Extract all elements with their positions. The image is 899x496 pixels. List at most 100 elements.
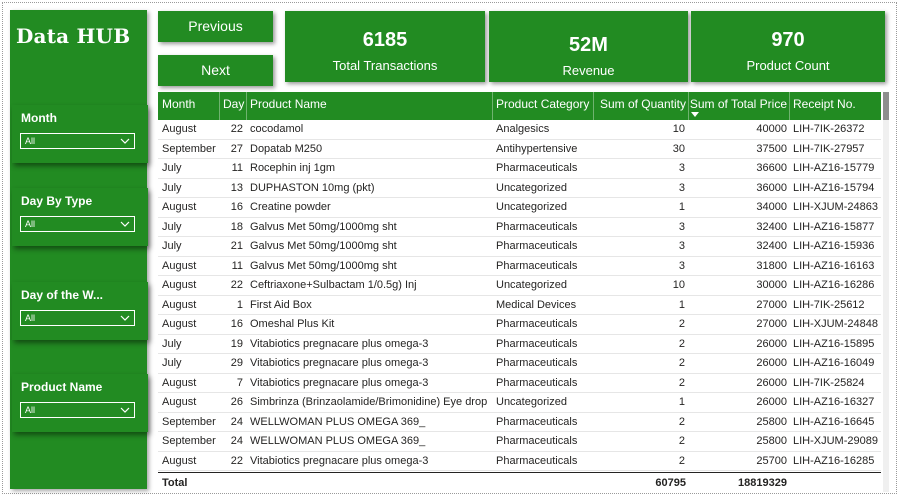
cell-product-category: Pharmaceuticals — [496, 357, 578, 369]
chevron-down-icon — [120, 221, 130, 227]
column-divider — [492, 92, 493, 120]
day-of-week-dropdown-value: All — [25, 313, 36, 323]
table-row[interactable]: September 24 WELLWOMAN PLUS OMEGA 369_ Phar… — [158, 413, 881, 432]
cell-sum-of-total-price: 31800 — [756, 259, 787, 272]
cell-month: July — [162, 240, 182, 252]
cell-sum-of-total-price: 26000 — [756, 357, 787, 369]
column-header-sum-of-total-price[interactable]: Sum of Total Price — [689, 92, 787, 120]
cell-day: 22 — [230, 454, 243, 467]
total-price: 18819329 — [738, 477, 787, 489]
cell-product-name: Vitabiotics pregnacare plus omega-3 — [250, 376, 429, 389]
cell-product-name: Creatine powder — [250, 201, 331, 213]
column-header-receipt-no[interactable]: Receipt No. — [793, 92, 879, 120]
column-header-day[interactable]: Day — [223, 92, 245, 120]
chevron-down-icon — [120, 407, 130, 413]
table-row[interactable]: July 11 Rocephin inj 1gm Pharmaceuticals 3 36… — [158, 159, 881, 179]
sort-descending-icon — [691, 112, 699, 117]
cell-day: 29 — [230, 357, 243, 369]
cell-sum-of-total-price: 40000 — [756, 123, 787, 135]
cell-sum-of-total-price: 26000 — [756, 337, 787, 350]
cell-product-category: Pharmaceuticals — [496, 376, 578, 389]
cell-product-name: WELLWOMAN PLUS OMEGA 369_ — [250, 435, 426, 447]
cell-product-category: Pharmaceuticals — [496, 454, 578, 467]
table-row[interactable]: August 22 cocodamol Analgesics 10 40000 LIH-7I… — [158, 120, 881, 140]
cell-sum-of-quantity: 2 — [678, 357, 685, 369]
cell-month: July — [162, 162, 182, 174]
cell-product-category: Pharmaceuticals — [496, 415, 578, 428]
report-title: Data HUB — [16, 24, 131, 48]
cell-receipt-no: LIH-XJUM-24848 — [793, 318, 878, 330]
transactions-table: Month Day Product Name Product Category … — [158, 92, 889, 492]
table-row[interactable]: September 27 Dopatab M250 Antihypertensive 3… — [158, 140, 881, 159]
cell-day: 13 — [230, 181, 243, 194]
chevron-down-icon — [120, 138, 130, 144]
cell-sum-of-quantity: 3 — [678, 181, 685, 194]
cell-product-category: Pharmaceuticals — [496, 318, 578, 330]
scrollbar-thumb[interactable] — [883, 92, 889, 120]
column-header-product-name[interactable]: Product Name — [250, 92, 490, 120]
day-by-type-slicer: Day By Type All — [12, 188, 148, 246]
kpi-label-product-count: Product Count — [746, 58, 830, 73]
table-row[interactable]: August 22 Vitabiotics pregnacare plus omeg… — [158, 452, 881, 471]
cell-receipt-no: LIH-7IK-25824 — [793, 376, 865, 389]
cell-product-name: Vitabiotics pregnacare plus omega-3 — [250, 337, 429, 350]
cell-month: July — [162, 357, 182, 369]
slicer-label-product-name: Product Name — [21, 380, 103, 394]
cell-month: August — [162, 376, 197, 389]
product-name-dropdown[interactable]: All — [20, 402, 135, 418]
cell-product-category: Analgesics — [496, 123, 550, 135]
table-row[interactable]: August 16 Creatine powder Uncategorized 1 340… — [158, 198, 881, 218]
cell-month: July — [162, 337, 182, 350]
cell-month: August — [162, 259, 197, 272]
cell-sum-of-quantity: 10 — [672, 123, 685, 135]
next-button[interactable]: Next — [158, 55, 273, 86]
cell-month: August — [162, 396, 197, 408]
table-row[interactable]: September 24 WELLWOMAN PLUS OMEGA 369_ Phar… — [158, 432, 881, 452]
table-row[interactable]: August 1 First Aid Box Medical Devices 1 2700… — [158, 296, 881, 315]
cell-day: 27 — [230, 142, 243, 155]
cell-day: 21 — [230, 240, 243, 252]
column-header-sum-of-quantity[interactable]: Sum of Quantity — [595, 92, 686, 120]
cell-sum-of-quantity: 2 — [678, 318, 685, 330]
cell-receipt-no: LIH-AZ16-16285 — [793, 454, 875, 467]
table-row[interactable]: July 29 Vitabiotics pregnacare plus omega-… — [158, 354, 881, 374]
cell-sum-of-total-price: 36600 — [756, 162, 787, 174]
month-dropdown[interactable]: All — [20, 133, 135, 149]
product-name-dropdown-value: All — [25, 405, 36, 415]
table-row[interactable]: August 7 Vitabiotics pregnacare plus omega… — [158, 374, 881, 393]
cell-sum-of-quantity: 1 — [678, 396, 685, 408]
table-row[interactable]: August 11 Galvus Met 50mg/1000mg sht Pharma… — [158, 257, 881, 276]
cell-product-category: Pharmaceuticals — [496, 435, 578, 447]
cell-sum-of-total-price: 37500 — [756, 142, 787, 155]
cell-sum-of-quantity: 2 — [678, 454, 685, 467]
table-row[interactable]: July 19 Vitabiotics pregnacare plus omega-… — [158, 335, 881, 354]
cell-day: 22 — [230, 123, 243, 135]
cell-product-category: Pharmaceuticals — [496, 240, 578, 252]
table-row[interactable]: August 22 Ceftriaxone+Sulbactam 1/0.5g) In… — [158, 276, 881, 296]
table-row[interactable]: August 16 Omeshal Plus Kit Pharmaceuticals 2… — [158, 315, 881, 335]
cell-month: September — [162, 435, 216, 447]
table-row[interactable]: August 26 Simbrinza (Brinzaolamide/Brimoni… — [158, 393, 881, 413]
cell-receipt-no: LIH-AZ16-16163 — [793, 259, 875, 272]
cell-sum-of-quantity: 10 — [672, 279, 685, 291]
day-of-week-dropdown[interactable]: All — [20, 310, 135, 326]
table-row[interactable]: July 18 Galvus Met 50mg/1000mg sht Pharmace… — [158, 218, 881, 237]
previous-button[interactable]: Previous — [158, 11, 273, 42]
column-header-product-category[interactable]: Product Category — [496, 92, 592, 120]
cell-receipt-no: LIH-AZ16-15877 — [793, 220, 875, 233]
cell-day: 7 — [236, 376, 243, 389]
cell-receipt-no: LIH-AZ16-16645 — [793, 415, 875, 428]
cell-day: 16 — [230, 201, 243, 213]
table-row[interactable]: July 13 DUPHASTON 10mg (pkt) Uncategorized 3… — [158, 179, 881, 198]
table-body[interactable]: August 22 cocodamol Analgesics 10 40000 LIH-7I… — [158, 120, 881, 471]
cell-sum-of-quantity: 2 — [678, 415, 685, 428]
product-name-slicer: Product Name All — [12, 374, 148, 432]
cell-receipt-no: LIH-AZ16-15779 — [793, 162, 875, 174]
table-scrollbar[interactable] — [883, 92, 889, 492]
total-label: Total — [162, 477, 188, 489]
kpi-value-revenue: 52M — [569, 34, 608, 56]
day-by-type-dropdown[interactable]: All — [20, 216, 135, 232]
cell-sum-of-total-price: 32400 — [756, 240, 787, 252]
table-row[interactable]: July 21 Galvus Met 50mg/1000mg sht Pharmace… — [158, 237, 881, 257]
column-header-month[interactable]: Month — [162, 92, 220, 120]
